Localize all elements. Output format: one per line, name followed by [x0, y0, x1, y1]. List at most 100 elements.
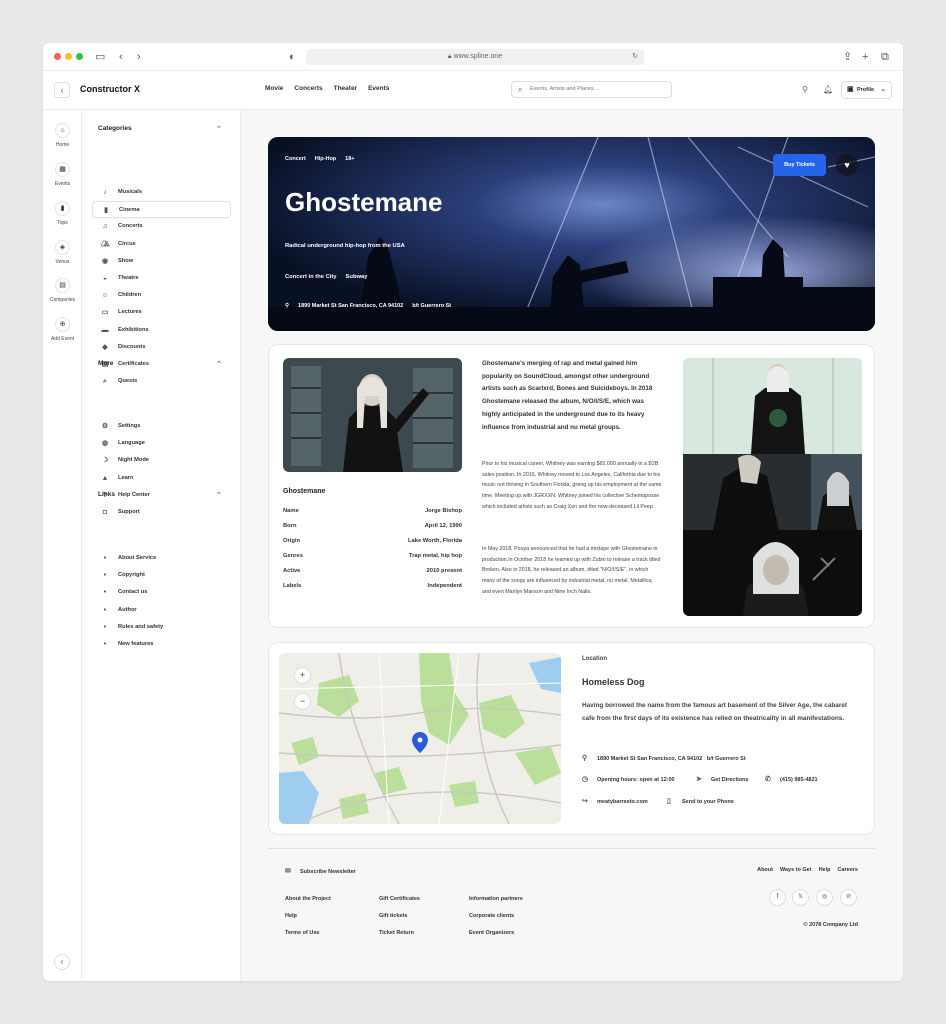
url-text: www.spline.one: [453, 53, 503, 60]
sidebar-item-cinema[interactable]: ▮ Cinema: [92, 201, 231, 219]
send-to-phone-link[interactable]: ▯ Send to your Phone: [667, 797, 734, 805]
categories-heading[interactable]: Categories ⌃: [98, 125, 222, 133]
facebook-icon[interactable]: f: [769, 889, 786, 906]
sidebar-item-about-service[interactable]: • About Service: [92, 550, 231, 567]
photo-gallery[interactable]: [683, 358, 862, 616]
tabs-overview-icon[interactable]: ⧉: [881, 51, 889, 63]
sidebar-item-concerts[interactable]: ♫ Concerts: [92, 218, 231, 235]
forward-icon[interactable]: ›: [137, 51, 141, 63]
sidebar-item-musicals[interactable]: ♪ Musicals: [92, 184, 231, 201]
phone-link[interactable]: ✆ (415) 985-4821: [765, 775, 818, 783]
favorite-button[interactable]: ♥: [836, 154, 858, 176]
sidebar-item-label: Language: [118, 440, 145, 447]
footer-link-careers[interactable]: Careers: [838, 867, 859, 873]
footer-link-ways-to-get[interactable]: Ways to Get: [780, 867, 812, 873]
tag-hip-hop[interactable]: Hip-Hop: [315, 156, 336, 162]
sidebar-item-label: Children: [118, 292, 142, 299]
building-icon: ▤: [55, 278, 70, 293]
rail-add-event[interactable]: ⊕ Add Event: [43, 317, 82, 342]
sidebar-item-label: Musicals: [118, 189, 143, 195]
reload-icon[interactable]: ↻: [632, 49, 638, 65]
nav-concerts[interactable]: Concerts: [294, 85, 322, 92]
x-icon[interactable]: 𝕏: [792, 889, 809, 906]
sidebar-item-support[interactable]: ◘ Support: [92, 504, 231, 521]
back-button[interactable]: ‹: [54, 82, 70, 98]
footer-link[interactable]: Help: [285, 913, 331, 930]
footer-link-about[interactable]: About: [757, 867, 773, 873]
shield-icon[interactable]: ◐: [289, 51, 296, 63]
new-tab-icon[interactable]: +: [862, 51, 868, 63]
location-pin-icon[interactable]: ⚲: [802, 85, 808, 94]
pinterest-icon[interactable]: ℗: [840, 889, 857, 906]
back-icon[interactable]: ‹: [119, 51, 123, 63]
sidebar-item-copyright[interactable]: • Copyright: [92, 567, 231, 584]
footer-link[interactable]: Corporate clients: [469, 913, 523, 930]
sidebar-item-settings[interactable]: ⚙ Settings: [92, 418, 231, 435]
website-link[interactable]: ↪ meatybarresto.com: [582, 797, 648, 805]
sidebar-item-circus[interactable]: ⛺︎ Circus: [92, 236, 231, 253]
sidebar-item-exhibitions[interactable]: ▬ Exhibitions: [92, 322, 231, 339]
buy-tickets-button[interactable]: Buy Tickets: [773, 154, 826, 176]
share-icon[interactable]: ⇪: [843, 51, 852, 63]
minimize-window-button[interactable]: [65, 53, 72, 60]
more-heading[interactable]: More ⌃: [98, 360, 222, 368]
tag-concert[interactable]: Concert: [285, 156, 306, 162]
support-icon: ◘: [102, 509, 108, 516]
nav-movie[interactable]: Movie: [265, 85, 283, 92]
zoom-out-button[interactable]: −: [294, 693, 311, 710]
get-directions-link[interactable]: ➤ Get Directions: [696, 775, 749, 783]
footer-link[interactable]: Event Organizers: [469, 930, 523, 947]
sidebar-item-contact-us[interactable]: • Contact us: [92, 584, 231, 601]
sidebar-item-author[interactable]: • Author: [92, 602, 231, 619]
rail-companies[interactable]: ▤ Companies: [43, 278, 82, 303]
chevron-up-icon: ⌃: [216, 361, 222, 368]
footer-link[interactable]: Gift tickets: [379, 913, 420, 930]
sidebar-item-label: Show: [118, 257, 134, 264]
sidebar-item-children[interactable]: ☺ Children: [92, 287, 231, 304]
rail-venus[interactable]: ◈ Venus: [43, 240, 82, 265]
sidebar-item-night-mode[interactable]: ☽ Night Mode: [92, 452, 231, 469]
sidebar-item-learn[interactable]: ▲ Learn: [92, 470, 231, 487]
close-window-button[interactable]: [54, 53, 61, 60]
zoom-in-button[interactable]: +: [294, 667, 311, 684]
nav-theater[interactable]: Theater: [334, 85, 357, 92]
footer-link[interactable]: Ticket Return: [379, 930, 420, 947]
sidebar-item-show[interactable]: ◉ Show: [92, 253, 231, 270]
clock-icon: ◷: [582, 776, 589, 783]
nav-events[interactable]: Events: [368, 85, 389, 92]
sidebar-item-theatre[interactable]: ◒ Theatre: [92, 270, 231, 287]
sidebar-item-new-features[interactable]: • New features: [92, 636, 231, 653]
rail-tops[interactable]: ▮ Tops: [43, 201, 82, 226]
sidebar-item-discounts[interactable]: ◆ Discounts: [92, 339, 231, 356]
maximize-window-button[interactable]: [76, 53, 83, 60]
sidebar-toggle-icon[interactable]: ▭: [95, 51, 105, 63]
footer-link[interactable]: Information partners: [469, 896, 523, 913]
sidebar-item-rules-and-safety[interactable]: • Rules and safety: [92, 619, 231, 636]
calendar-icon: ▦: [55, 162, 70, 177]
sidebar-item-label: Quests: [118, 378, 138, 385]
sidebar-item-language[interactable]: ◍ Language: [92, 435, 231, 452]
subscribe-newsletter-link[interactable]: ✉ Subscribe Newsletter: [285, 867, 356, 875]
collapse-sidebar-button[interactable]: ‹: [54, 954, 70, 970]
fact-row: Labels Independent: [283, 583, 462, 598]
footer-link[interactable]: Gift Certificates: [379, 896, 420, 913]
address-bar[interactable]: 🔒︎ www.spline.one ↻: [306, 49, 644, 65]
search-input[interactable]: ⌕ Events, Artists and Places ...: [511, 81, 672, 98]
user-icon: ▣: [847, 86, 854, 93]
footer-link[interactable]: About the Project: [285, 896, 331, 913]
cross-street: b/t Guerrero St: [706, 756, 746, 762]
footer-link[interactable]: Terms of Use: [285, 930, 331, 947]
venue-map[interactable]: + −: [279, 653, 561, 824]
artist-bio-card: Ghostemane Name Jorge Bishop Born April 12,…: [268, 344, 875, 628]
profile-button[interactable]: ▣ Profile ⌄: [841, 81, 892, 99]
instagram-icon[interactable]: ◎: [816, 889, 833, 906]
links-heading[interactable]: Links ⌃: [98, 491, 222, 499]
bell-icon[interactable]: 🔔︎: [823, 85, 833, 94]
sidebar-item-lectures[interactable]: ▭ Lectures: [92, 304, 231, 321]
rail-home[interactable]: ⌂ Home: [43, 123, 82, 148]
rail-events[interactable]: ▦ Events: [43, 162, 82, 187]
artist-photo[interactable]: [283, 358, 462, 472]
map-pin-icon: ⚲: [285, 303, 290, 309]
footer-link-help[interactable]: Help: [819, 867, 831, 873]
sidebar-item-quests[interactable]: ⌕ Quests: [92, 373, 231, 390]
